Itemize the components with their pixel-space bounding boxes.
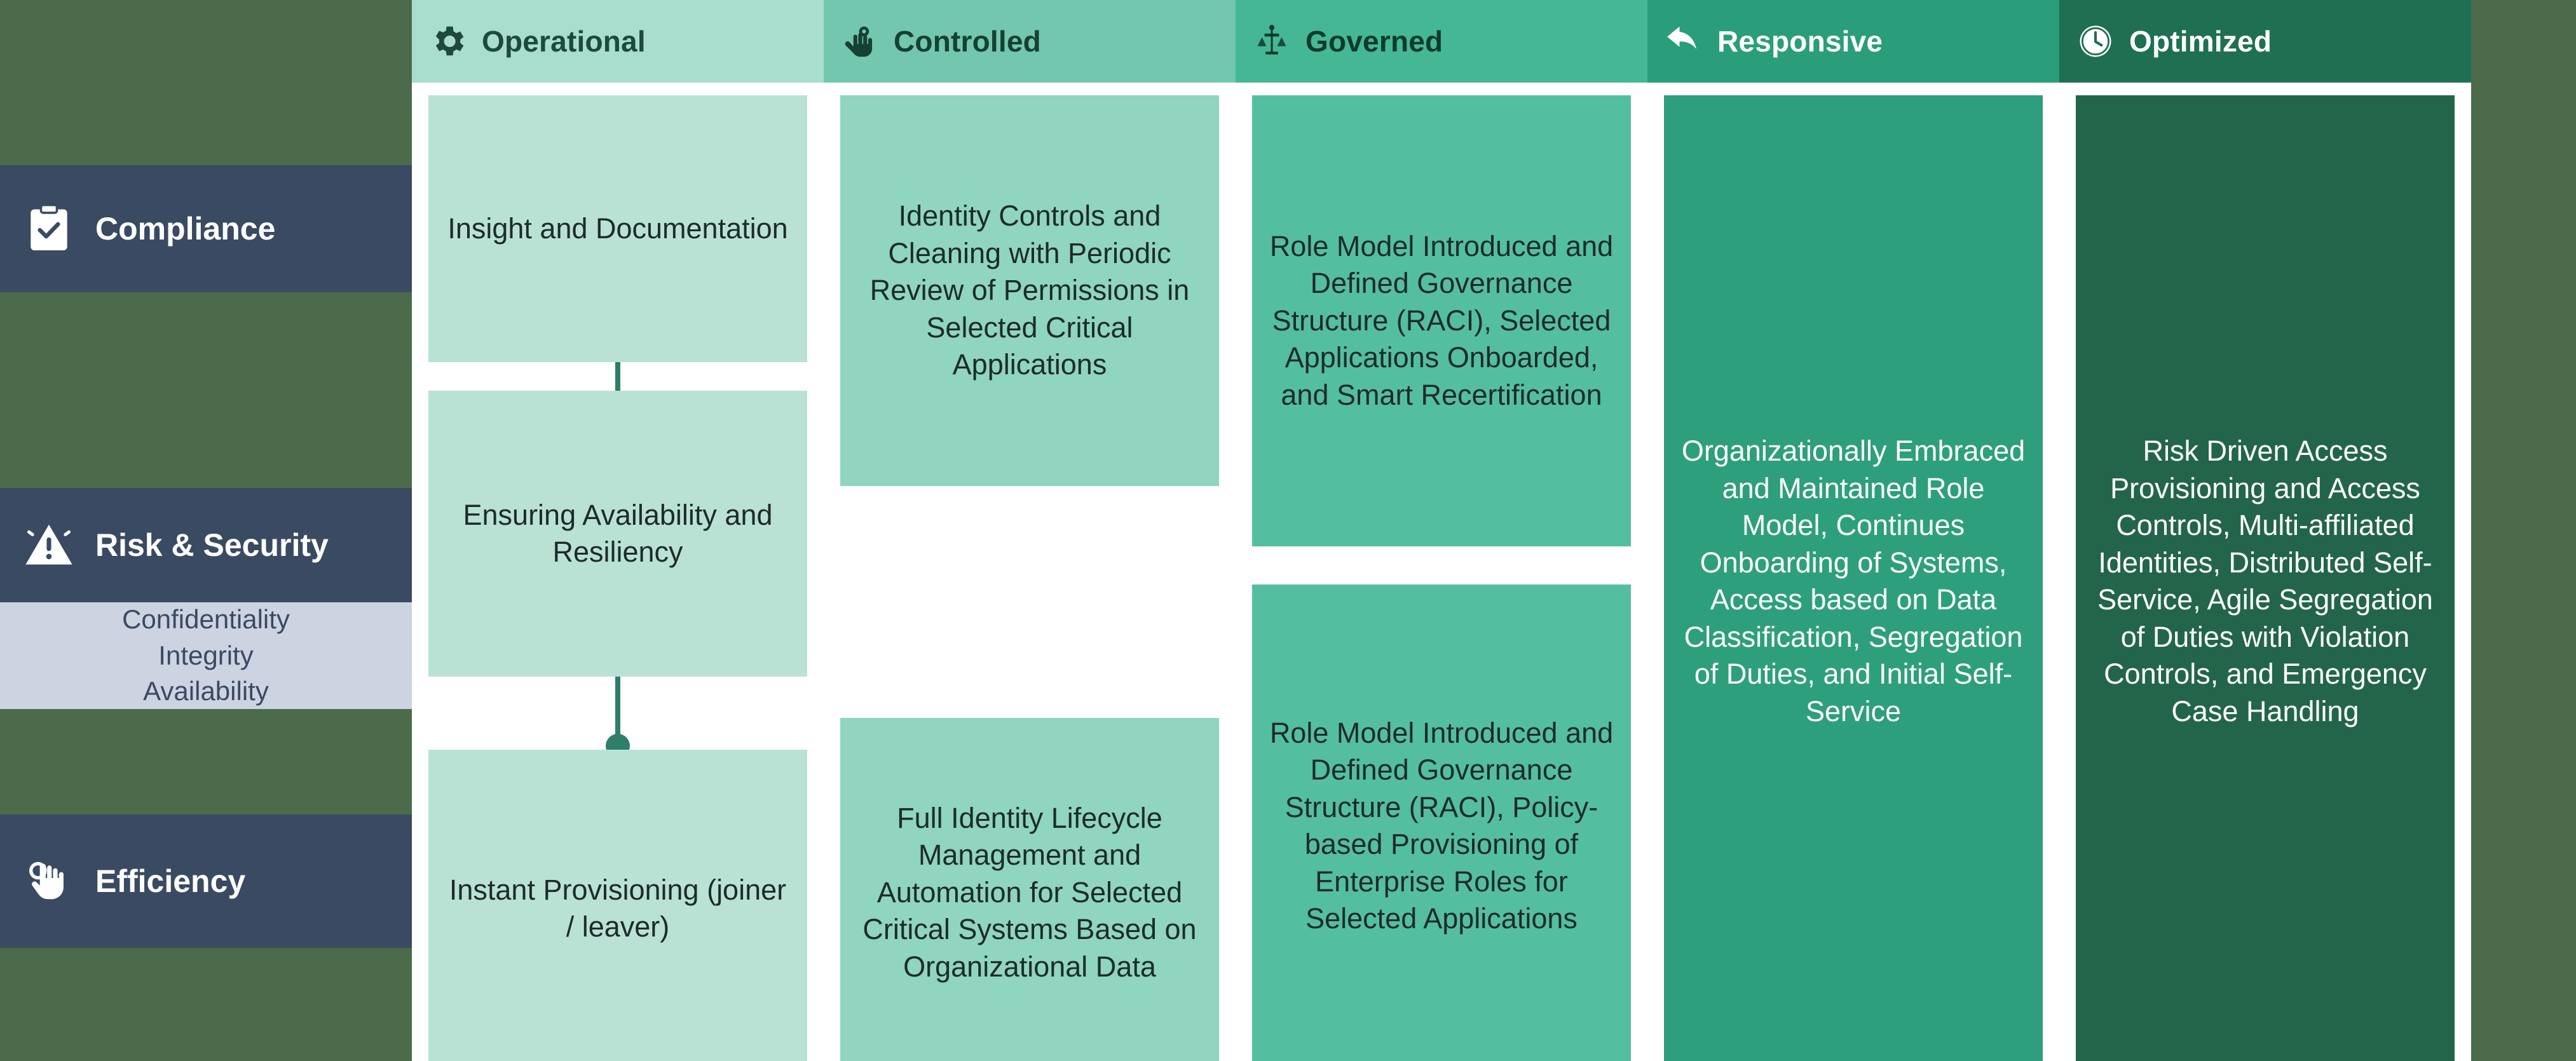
stage-responsive[interactable]: Responsive Organizationally Embraced and… — [1647, 0, 2059, 1061]
stage-header-responsive: Responsive — [1647, 0, 2059, 83]
stage-label-optimized: Optimized — [2129, 25, 2272, 58]
stage-card[interactable]: Role Model Introduced and Defined Govern… — [1252, 95, 1631, 546]
stage-card-text: Role Model Introduced and Defined Govern… — [1269, 716, 1614, 935]
stage-card-text: Full Identity Lifecycle Management and A… — [862, 801, 1197, 983]
stage-card[interactable]: Organizationally Embraced and Maintained… — [1664, 95, 2043, 1061]
category-row-compliance[interactable]: Compliance — [0, 165, 412, 292]
clock-icon — [2076, 22, 2115, 61]
category-row-risk-security[interactable]: Risk & Security — [0, 488, 412, 602]
clipboard-check-icon — [22, 201, 76, 256]
balance-scale-icon — [1252, 22, 1291, 61]
stage-body-controlled: Identity Controls and Cleaning with Peri… — [824, 83, 1236, 1061]
stage-card[interactable]: Identity Controls and Cleaning with Peri… — [840, 95, 1219, 486]
stage-controlled[interactable]: Controlled Identity Controls and Cleanin… — [824, 0, 1236, 1061]
stage-card-text: Organizationally Embraced and Maintained… — [1681, 435, 2026, 727]
stage-governed[interactable]: Governed Role Model Introduced and Defin… — [1236, 0, 1647, 1061]
stage-label-controlled: Controlled — [894, 25, 1041, 58]
stage-body-optimized: Risk Driven Access Provisioning and Acce… — [2059, 83, 2471, 1061]
stage-card[interactable]: Ensuring Availability and Resiliency — [428, 391, 807, 677]
stage-card[interactable]: Full Identity Lifecycle Management and A… — [840, 718, 1219, 1061]
maturity-model-diagram: Operational Insight and Documentation En… — [0, 0, 2576, 1061]
stage-body-governed: Role Model Introduced and Defined Govern… — [1236, 83, 1647, 1061]
stage-card-text: Role Model Introduced and Defined Govern… — [1269, 229, 1614, 411]
stage-label-governed: Governed — [1305, 25, 1443, 58]
category-label: Risk & Security — [95, 527, 329, 563]
stage-label-responsive: Responsive — [1717, 25, 1883, 58]
reply-arrow-icon — [1664, 22, 1703, 61]
stage-body-responsive: Organizationally Embraced and Maintained… — [1647, 83, 2059, 1061]
stage-header-controlled: Controlled — [824, 0, 1236, 83]
stage-card-text: Risk Driven Access Provisioning and Acce… — [2097, 435, 2433, 727]
stage-header-operational: Operational — [412, 0, 824, 83]
stage-header-optimized: Optimized — [2059, 0, 2471, 83]
cia-line: Confidentiality — [122, 604, 290, 635]
ok-hand-icon — [22, 854, 76, 909]
stage-card[interactable]: Insight and Documentation — [428, 95, 807, 362]
stage-operational[interactable]: Operational Insight and Documentation En… — [412, 0, 824, 1061]
cia-line: Integrity — [158, 640, 254, 670]
stage-card[interactable]: Risk Driven Access Provisioning and Acce… — [2076, 95, 2455, 1061]
cia-triad-box: Confidentiality Integrity Availability — [0, 602, 412, 709]
gear-icon — [428, 22, 468, 61]
stage-body-operational: Insight and Documentation Ensuring Avail… — [412, 83, 824, 1061]
hand-gear-icon — [840, 22, 880, 61]
category-row-efficiency[interactable]: Efficiency — [0, 814, 412, 948]
stage-header-governed: Governed — [1236, 0, 1647, 83]
stage-label-operational: Operational — [482, 25, 646, 58]
stage-card-text: Identity Controls and Cleaning with Peri… — [869, 199, 1190, 381]
warning-triangle-icon — [22, 518, 76, 572]
category-label: Efficiency — [95, 863, 246, 899]
stage-card-text: Insight and Documentation — [447, 212, 788, 245]
stage-card[interactable]: Role Model Introduced and Defined Govern… — [1252, 585, 1631, 1061]
stage-optimized[interactable]: Optimized Risk Driven Access Provisionin… — [2059, 0, 2471, 1061]
stage-card[interactable]: Instant Provisioning (joiner / leaver) — [428, 750, 807, 1061]
cia-line: Availability — [143, 676, 269, 706]
category-label: Compliance — [95, 211, 276, 247]
stage-card-text: Instant Provisioning (joiner / leaver) — [449, 873, 787, 943]
stage-card-text: Ensuring Availability and Resiliency — [463, 498, 773, 569]
